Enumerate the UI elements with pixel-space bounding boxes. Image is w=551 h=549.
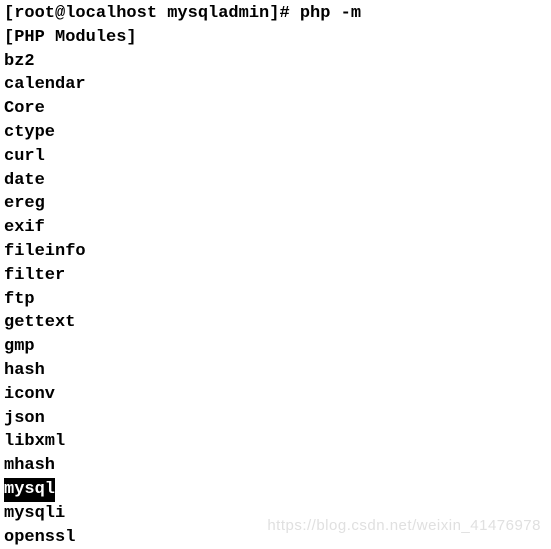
module-line: Core bbox=[4, 97, 547, 121]
module-line: hash bbox=[4, 359, 547, 383]
module-line: libxml bbox=[4, 430, 547, 454]
module-line: curl bbox=[4, 145, 547, 169]
module-line: filter bbox=[4, 264, 547, 288]
module-line: calendar bbox=[4, 73, 547, 97]
command-text: php -m bbox=[300, 4, 361, 23]
module-line: json bbox=[4, 407, 547, 431]
terminal-prompt-line: [root@localhost mysqladmin]# php -m bbox=[4, 2, 547, 26]
highlighted-module: mysql bbox=[4, 478, 55, 502]
watermark-text: https://blog.csdn.net/weixin_41476978 bbox=[267, 515, 541, 536]
module-line: iconv bbox=[4, 383, 547, 407]
modules-header: [PHP Modules] bbox=[4, 26, 547, 50]
module-line: ctype bbox=[4, 121, 547, 145]
module-line: ereg bbox=[4, 192, 547, 216]
module-line: ftp bbox=[4, 288, 547, 312]
module-line: bz2 bbox=[4, 50, 547, 74]
module-line: date bbox=[4, 169, 547, 193]
module-line: exif bbox=[4, 216, 547, 240]
shell-prompt: [root@localhost mysqladmin]# bbox=[4, 4, 300, 23]
module-line: mysql bbox=[4, 478, 547, 502]
module-line: fileinfo bbox=[4, 240, 547, 264]
module-line: mhash bbox=[4, 454, 547, 478]
modules-list: bz2calendarCorectypecurldateeregexiffile… bbox=[4, 50, 547, 549]
module-line: gmp bbox=[4, 335, 547, 359]
module-line: gettext bbox=[4, 311, 547, 335]
